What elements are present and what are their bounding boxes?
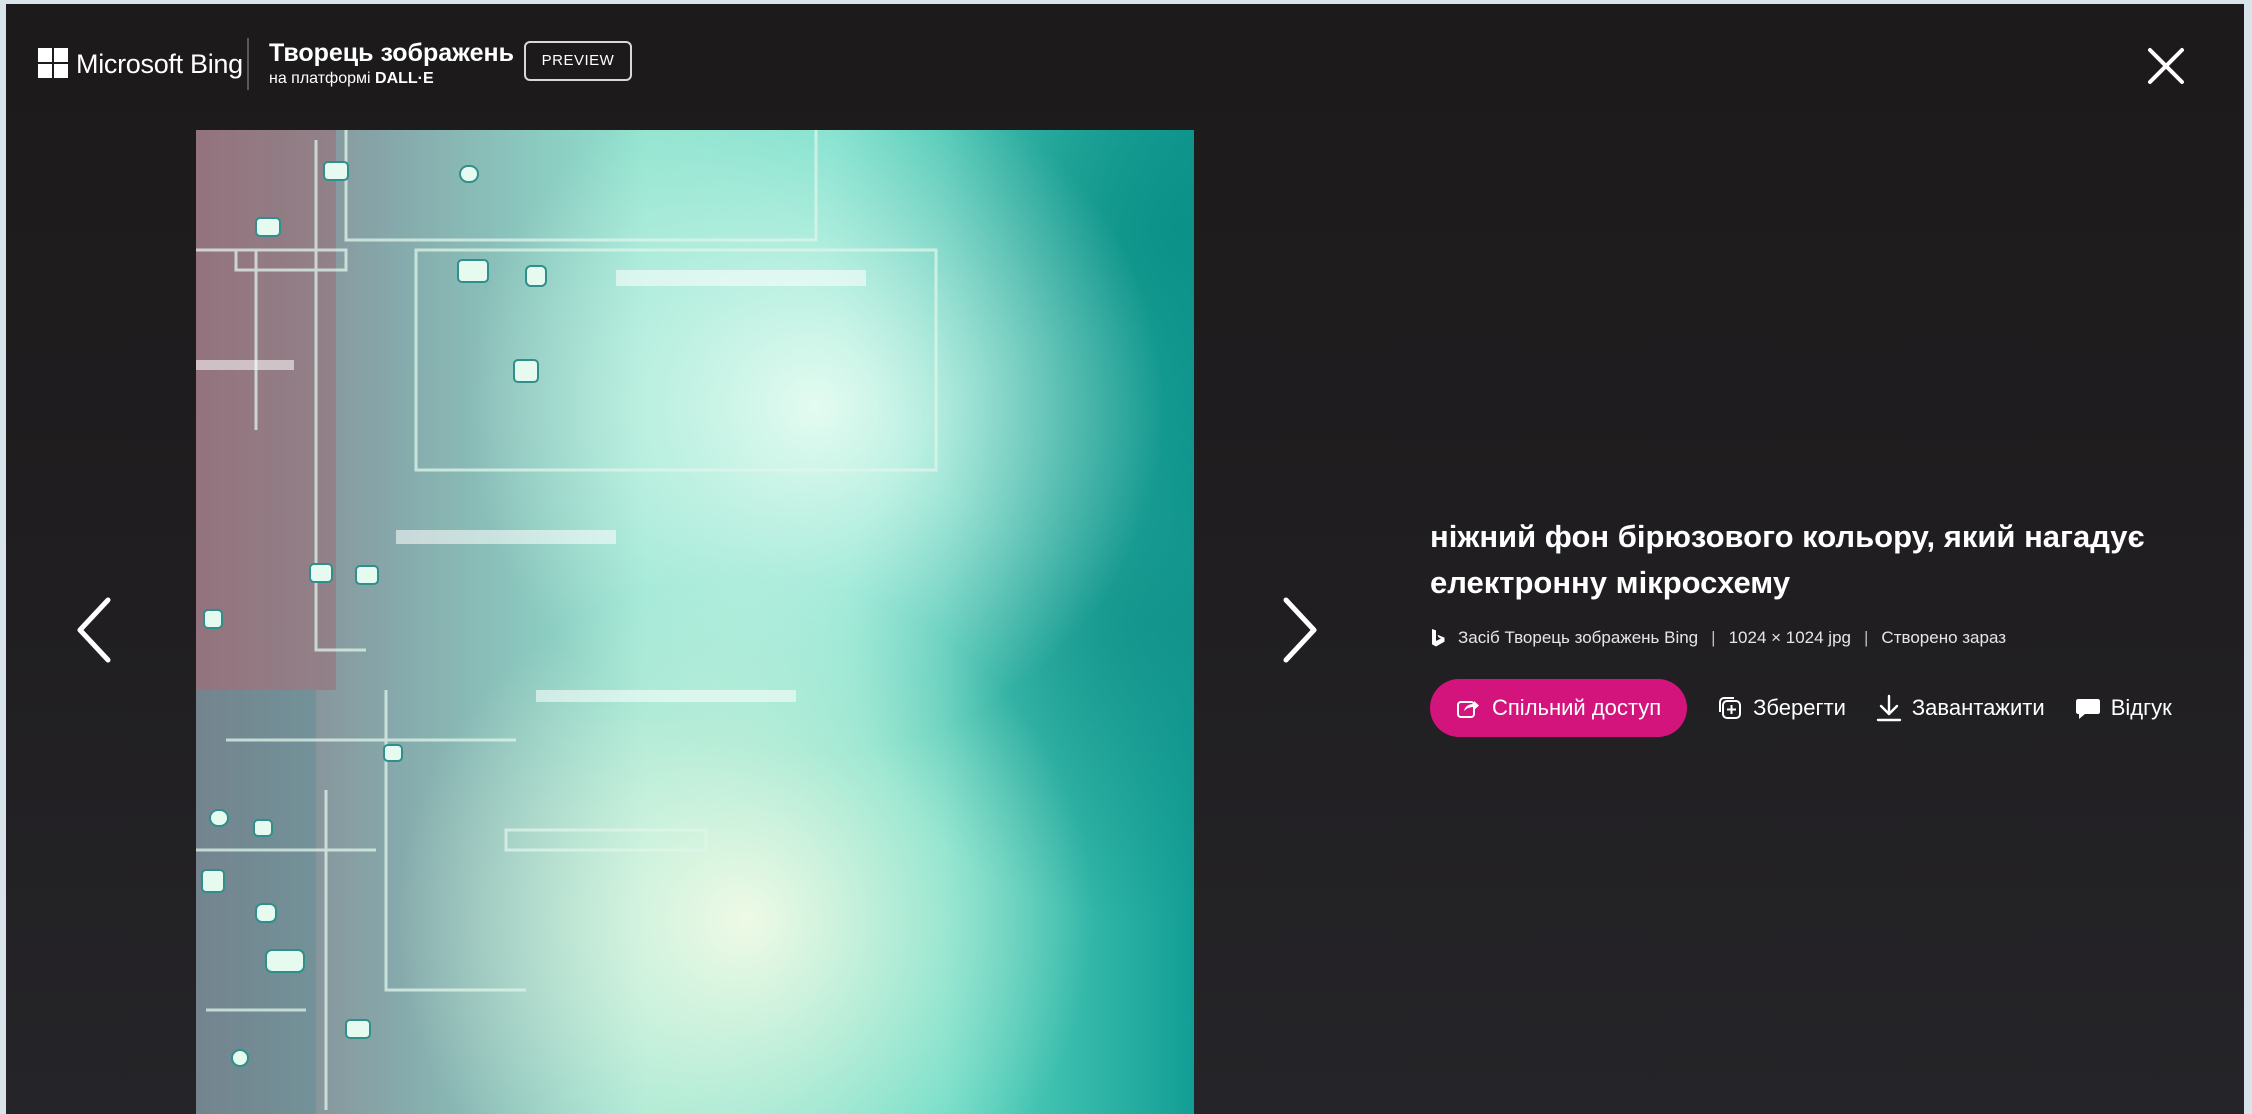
image-created: Створено зараз [1881,628,2007,647]
feedback-icon [2075,699,2100,719]
share-label: Спільний доступ [1492,695,1662,720]
meta-separator: | [1711,628,1716,647]
bing-b-icon [1432,629,1445,647]
product-subtitle-prefix: на платформі [269,70,376,87]
share-icon [1457,701,1479,718]
previous-image-button[interactable] [72,594,120,666]
feedback-label: Відгук [2110,695,2172,720]
image-prompt: ніжний фон бірюзового кольору, який нага… [1430,519,2145,600]
image-source: Засіб Творець зображень Bing [1458,628,1699,647]
meta-separator: | [1864,628,1869,647]
generated-image[interactable] [196,130,1194,1114]
image-viewer-modal: Microsoft Bing Творець зображень на плат… [6,4,2244,1114]
image-size: 1024 × 1024 jpg [1728,628,1851,647]
save-button[interactable]: Зберегти [1717,695,1846,721]
download-button[interactable]: Завантажити [1876,694,2045,722]
share-button[interactable]: Спільний доступ [1430,679,1688,737]
image-meta: Засіб Творець зображень Bing | 1024 × 10… [1430,626,2230,650]
product-title: Творець зображень [269,39,514,67]
product-name: Творець зображень на платформі DALL·E [269,38,514,89]
chevron-left-icon [77,597,111,663]
brand-name: Microsoft Bing [76,49,243,79]
product-subtitle-platform: DALL·E [375,70,434,87]
image-details-panel: ніжний фон бірюзового кольору, який нага… [1430,514,2230,738]
close-button[interactable] [2146,46,2186,86]
collection-add-icon [1719,697,1742,719]
image-actions: Спільний доступ Зберегти Завантажити Від… [1430,678,2230,738]
save-label: Зберегти [1753,695,1846,720]
download-icon [1876,694,1902,722]
next-image-button[interactable] [1274,594,1322,666]
feedback-button[interactable]: Відгук [2075,695,2172,721]
header-divider [247,38,249,90]
close-icon [2148,48,2184,84]
microsoft-logo-icon [38,48,68,78]
chevron-right-icon [1283,597,1317,663]
preview-badge: PREVIEW [524,41,632,81]
circuit-board-image [196,130,1194,1114]
product-subtitle: на платформі DALL·E [269,69,514,89]
header: Microsoft Bing Творець зображень на плат… [6,4,2244,124]
download-label: Завантажити [1911,695,2045,720]
